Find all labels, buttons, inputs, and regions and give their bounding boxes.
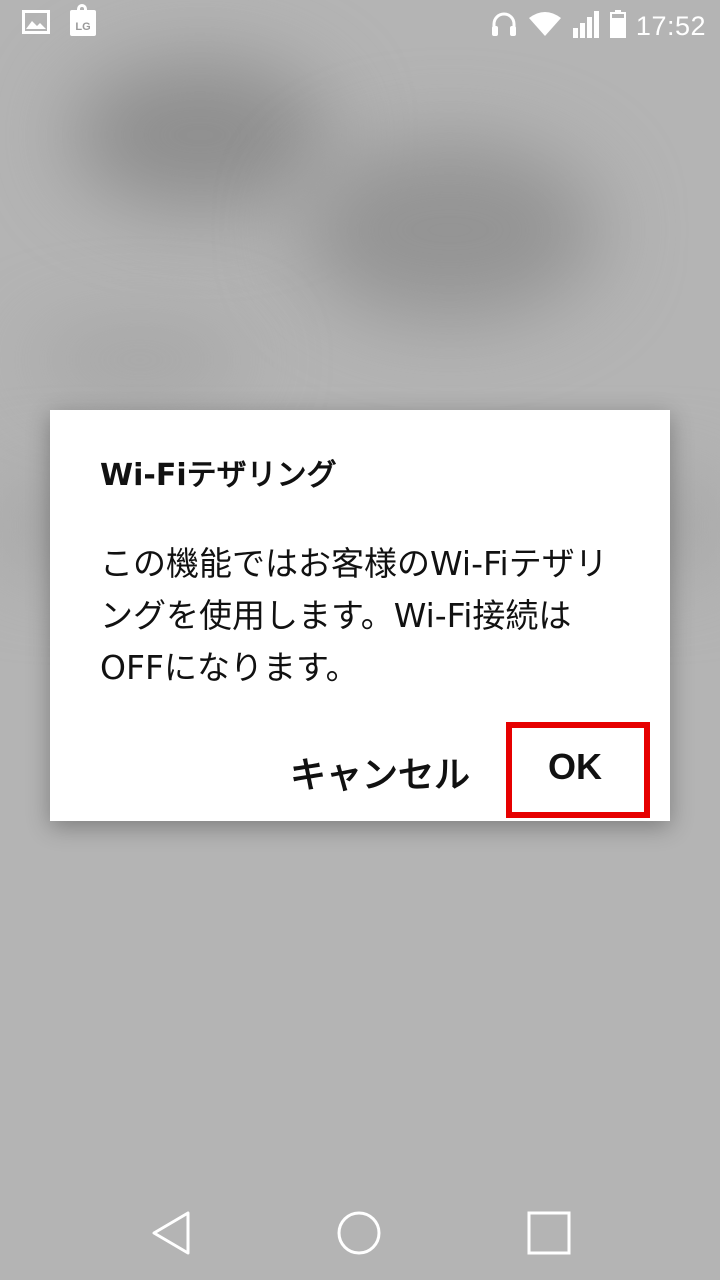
back-button[interactable] [146,1210,196,1260]
ok-button[interactable]: OK [520,746,630,788]
lg-bag-icon: LG [70,4,96,36]
dialog-message: この機能ではお客様のWi-Fiテザリングを使用します。Wi-Fi接続はOFFにな… [100,544,608,687]
recents-icon [526,1210,572,1260]
signal-icon [572,10,600,42]
cancel-button[interactable]: キャンセル [290,746,470,798]
dialog-title: Wi-Fiテザリング [100,458,337,493]
navigation-bar [0,1180,720,1280]
recents-button[interactable] [524,1210,574,1260]
gallery-icon [22,10,50,38]
battery-icon [609,10,626,42]
wifi-icon [528,11,562,41]
status-time: 17:52 [635,10,706,41]
headphones-icon [490,11,518,41]
home-button[interactable] [334,1210,384,1260]
status-bar: LG 17:52 [0,0,720,50]
back-icon [150,1210,192,1260]
tethering-dialog: Wi-Fiテザリング この機能ではお客様のWi-Fiテザリングを使用します。Wi… [50,410,670,821]
home-icon [336,1210,382,1260]
